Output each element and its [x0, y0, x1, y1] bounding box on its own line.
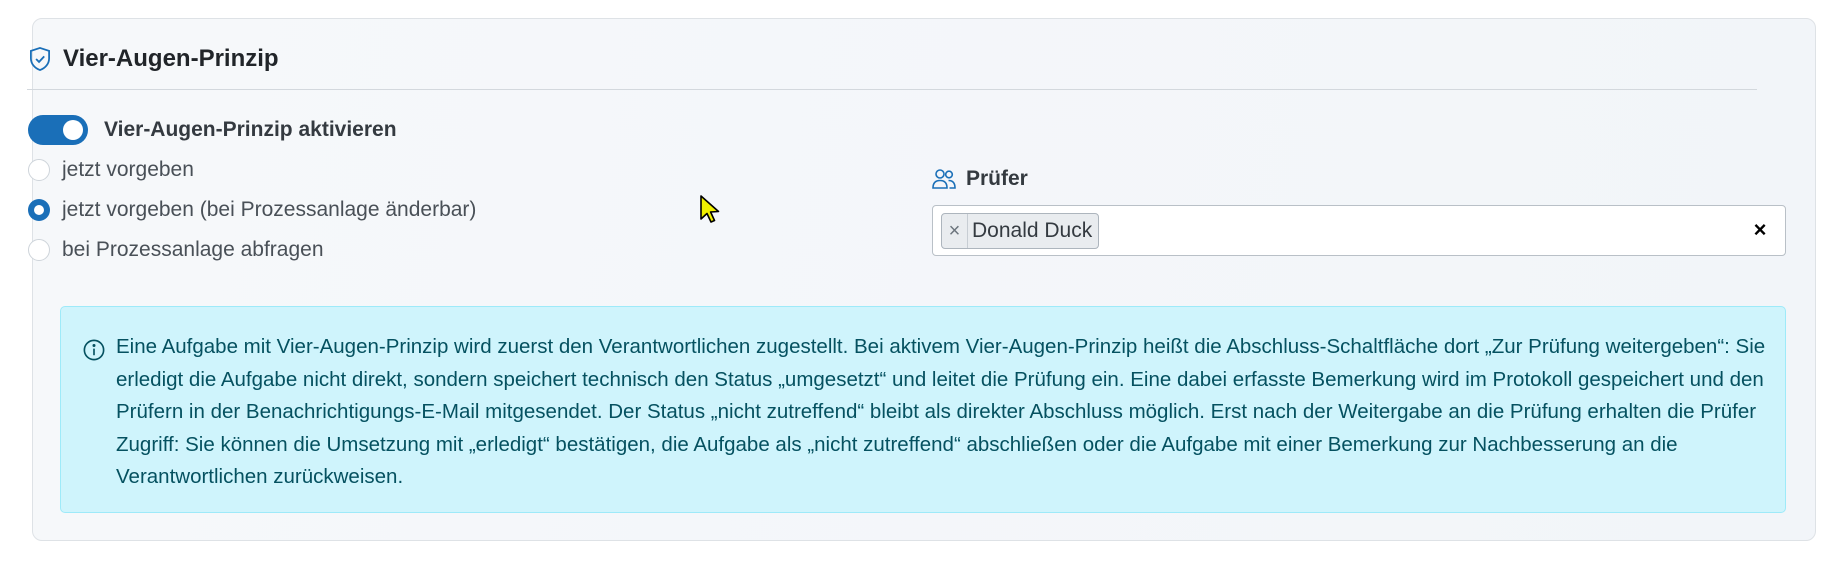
tag-text: Donald Duck — [972, 219, 1093, 242]
radio-jetzt-vorgeben[interactable] — [28, 159, 50, 181]
selected-tag: × Donald Duck — [941, 213, 1100, 249]
option-bei-prozessanlage-abfragen[interactable]: bei Prozessanlage abfragen — [28, 238, 324, 262]
radio-label: jetzt vorgeben (bei Prozessanlage änderb… — [62, 198, 477, 221]
info-text: Eine Aufgabe mit Vier-Augen-Prinzip wird… — [116, 335, 1766, 488]
four-eyes-toggle[interactable] — [28, 115, 88, 145]
toggle-label: Vier-Augen-Prinzip aktivieren — [104, 118, 397, 141]
radio-bei-prozessanlage-abfragen[interactable] — [28, 239, 50, 261]
people-icon — [932, 169, 956, 189]
pruefer-label: Prüfer — [932, 167, 1028, 191]
option-jetzt-vorgeben[interactable]: jetzt vorgeben — [28, 158, 194, 182]
info-circle-icon — [83, 339, 105, 361]
radio-label: bei Prozessanlage abfragen — [62, 238, 324, 261]
radio-label: jetzt vorgeben — [62, 158, 194, 181]
shield-check-icon — [30, 47, 50, 72]
mouse-cursor-icon — [700, 195, 720, 223]
radio-jetzt-vorgeben-aenderbar[interactable] — [28, 199, 50, 221]
card-header: Vier-Augen-Prinzip — [27, 28, 1757, 90]
toggle-knob — [63, 120, 83, 140]
option-jetzt-vorgeben-aenderbar[interactable]: jetzt vorgeben (bei Prozessanlage änderb… — [28, 198, 476, 222]
section-title: Vier-Augen-Prinzip — [63, 45, 279, 72]
pruefer-label-text: Prüfer — [966, 167, 1028, 190]
info-alert: Eine Aufgabe mit Vier-Augen-Prinzip wird… — [60, 306, 1786, 513]
clear-selection-button[interactable]: × — [1749, 219, 1771, 241]
toggle-row: Vier-Augen-Prinzip aktivieren — [28, 115, 397, 145]
pruefer-select[interactable]: × Donald Duck × — [932, 205, 1786, 256]
tag-remove-button[interactable]: × — [942, 214, 968, 248]
